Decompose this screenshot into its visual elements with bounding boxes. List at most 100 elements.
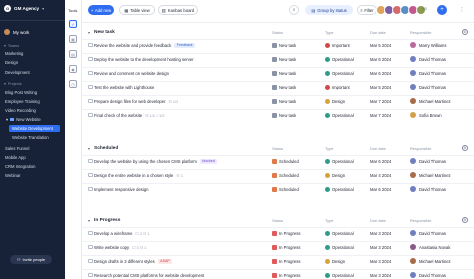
due-date[interactable]: Mar 5 2024 (370, 43, 391, 48)
filter-button[interactable]: ≡ Filter (357, 5, 377, 15)
responsible[interactable]: Michael Martinez (410, 172, 451, 178)
task-name[interactable]: Test the website with Lighthouse (94, 85, 154, 90)
status-badge[interactable]: New task (272, 98, 296, 104)
task-name[interactable]: Design the entire website in a chosen st… (94, 173, 183, 178)
task-checkbox[interactable] (88, 172, 93, 178)
task-name[interactable]: Final check of the website ☷ 1/2 ✓1/2 (94, 113, 164, 118)
type-badge[interactable]: Operational (325, 112, 354, 118)
type-badge[interactable]: Operational (325, 56, 354, 62)
responsible[interactable]: Michael Martinez (410, 98, 451, 104)
sidebar-item-marketing[interactable]: Marketing (5, 51, 23, 56)
more-options-icon[interactable]: ⋮ (457, 5, 467, 15)
chevron-down-icon[interactable]: ▾ (88, 146, 90, 151)
status-badge[interactable]: Scheduled (272, 172, 299, 178)
type-badge[interactable]: Operational (325, 230, 354, 236)
column-header-due-date[interactable]: Due date (370, 30, 386, 35)
due-date[interactable]: Mar 3 2024 (370, 231, 391, 236)
task-name[interactable]: Write website copy ☐ 3 ☷ 1 (94, 245, 146, 250)
type-badge[interactable]: Design (325, 258, 345, 264)
status-badge[interactable]: New task (272, 70, 296, 76)
responsible[interactable]: David Thomas (410, 230, 446, 236)
sidebar-item-my-work[interactable]: My work (4, 29, 29, 35)
sidebar-folder-new-website[interactable]: ▾ New Website (4, 116, 58, 123)
responsible[interactable]: Anastasia Novak (410, 244, 450, 250)
status-badge[interactable]: Scheduled (272, 158, 299, 164)
due-date[interactable]: Mar 3 2024 (370, 245, 391, 250)
teams-section[interactable]: ▾ Teams (4, 43, 19, 49)
sidebar-item-webinar[interactable]: Webinar (5, 173, 21, 178)
table-row[interactable]: Develop the website by using the chosen … (82, 155, 474, 166)
table-row[interactable]: Implement responsive design Scheduled Oper… (82, 183, 474, 194)
task-name[interactable]: Design drafts in 3 different styles ASAP (94, 258, 173, 264)
projects-section[interactable]: ▾ Projects (4, 81, 22, 87)
member-avatars[interactable] (376, 5, 426, 15)
chevron-down-icon[interactable]: ▾ (88, 218, 90, 223)
due-date[interactable]: Mar 7 2024 (370, 99, 391, 104)
status-badge[interactable]: New task (272, 112, 296, 118)
sidebar-item-video-recording[interactable]: Video Recording (5, 108, 36, 113)
task-name[interactable]: Develop a wireframe ☐ 2 ☷ 1 (94, 231, 150, 236)
table-row[interactable]: Test the website with Lighthouse New task… (82, 81, 474, 92)
type-badge[interactable]: Operational (325, 186, 354, 192)
column-header-type[interactable]: Type (325, 146, 333, 151)
status-badge[interactable]: New task (272, 42, 296, 48)
add-member-button[interactable]: + (437, 5, 447, 15)
task-checkbox[interactable] (88, 112, 93, 118)
due-date[interactable]: Mar 6 2024 (370, 57, 391, 62)
status-badge[interactable]: In Progress (272, 258, 300, 264)
responsible[interactable]: Marry Williams (410, 42, 446, 48)
gear-icon[interactable]: ⚙ (462, 145, 468, 151)
status-badge[interactable]: Scheduled (272, 186, 299, 192)
gear-icon[interactable]: ⚙ (462, 29, 468, 35)
task-name[interactable]: Research potential CMS platforms for web… (94, 273, 204, 278)
sidebar-item-crm-integration[interactable]: CRM Integration (5, 164, 36, 169)
task-name[interactable]: Develop the website by using the chosen … (94, 158, 218, 164)
task-tag[interactable]: blocked (199, 158, 218, 164)
sidebar-item-employee-training[interactable]: Employee Training (5, 99, 40, 104)
status-badge[interactable]: New task (272, 84, 296, 90)
gear-icon[interactable]: ⚙ (462, 217, 468, 223)
type-badge[interactable]: Important (325, 84, 350, 90)
table-row[interactable]: Review the website and provide feedback F… (82, 39, 474, 50)
sidebar-item-design[interactable]: Design (5, 60, 18, 65)
kanban-board-button[interactable]: ▥ Kanban board (158, 5, 198, 15)
column-header-responsible[interactable]: Responsible (410, 146, 431, 151)
table-row[interactable]: Design the entire website in a chosen st… (82, 169, 474, 180)
task-checkbox[interactable] (88, 84, 93, 90)
task-checkbox[interactable] (88, 272, 93, 278)
task-name[interactable]: Review the website and provide feedback F… (94, 42, 196, 48)
task-name[interactable]: Prepare design files for web developer ☷ … (94, 99, 178, 104)
status-badge[interactable]: In Progress (272, 244, 300, 250)
due-date[interactable]: Mar 6 2024 (370, 71, 391, 76)
table-row[interactable]: Prepare design files for web developer ☷ … (82, 95, 474, 106)
chevron-down-icon[interactable]: ▾ (88, 30, 90, 35)
due-date[interactable]: Mar 6 2024 (370, 187, 391, 192)
task-checkbox[interactable] (88, 158, 93, 164)
status-badge[interactable]: New task (272, 56, 296, 62)
task-tag[interactable]: Feedback (174, 42, 196, 48)
user-icon[interactable]: ◉ (69, 65, 77, 73)
column-header-responsible[interactable]: Responsible (410, 218, 431, 223)
column-header-status[interactable]: Status (272, 146, 283, 151)
responsible[interactable]: David Thomas (410, 186, 446, 192)
table-row[interactable]: Develop a wireframe ☐ 2 ☷ 1 In Progress Ope… (82, 227, 474, 238)
sidebar-item-development[interactable]: Development (5, 70, 30, 75)
responsible[interactable]: David Thomas (410, 70, 446, 76)
column-header-type[interactable]: Type (325, 30, 333, 35)
type-badge[interactable]: Design (325, 172, 345, 178)
more-members-count[interactable]: +3 (422, 6, 427, 11)
responsible[interactable]: Sofia Brown (410, 112, 442, 118)
due-date[interactable]: Mar 6 2024 (370, 159, 391, 164)
invite-people-button[interactable]: ⚇ Invite people (10, 255, 52, 264)
column-header-type[interactable]: Type (325, 218, 333, 223)
table-row[interactable]: Design drafts in 3 different styles ASAP I… (82, 255, 474, 266)
type-badge[interactable]: Design (325, 98, 345, 104)
due-date[interactable]: Mar 5 2024 (370, 85, 391, 90)
column-header-responsible[interactable]: Responsible (410, 30, 431, 35)
task-checkbox[interactable] (88, 98, 93, 104)
table-row[interactable]: Review and comment on website design New … (82, 67, 474, 78)
table-row[interactable]: Write website copy ☐ 3 ☷ 1 In Progress Oper… (82, 241, 474, 252)
due-date[interactable]: Mar 7 2024 (370, 113, 391, 118)
workspace-switcher[interactable]: G GM Agency ▾ (4, 4, 44, 12)
checkbox-icon[interactable]: ✓ (69, 20, 77, 28)
